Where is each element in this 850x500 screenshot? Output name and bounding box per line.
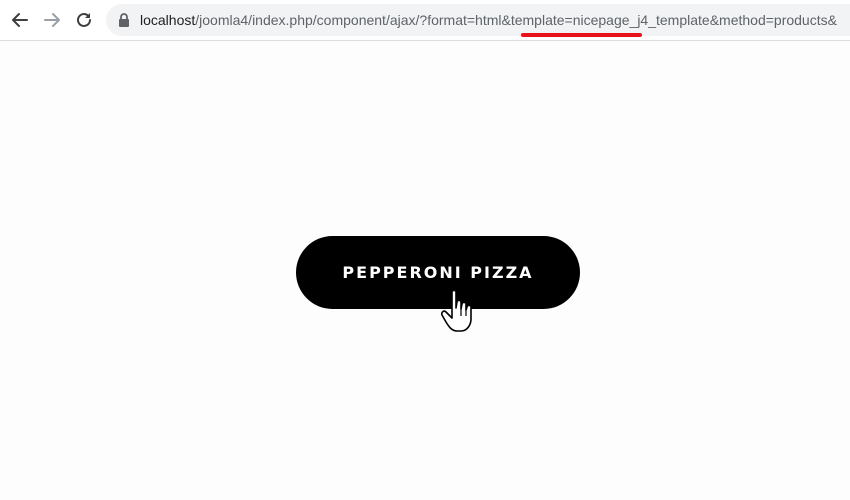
address-bar[interactable]: localhost/joomla4/index.php/component/aj… [106,4,850,36]
url-text: localhost/joomla4/index.php/component/aj… [140,4,837,36]
back-button[interactable] [8,8,32,32]
reload-icon [77,12,91,27]
reload-button[interactable] [72,8,96,32]
url-highlight-underline [521,33,642,37]
hand-pointer-icon [441,289,472,332]
url-path: /joomla4/index.php/component/ajax/?forma… [195,12,837,28]
arrow-right-icon [44,13,60,27]
url-host: localhost [140,12,196,28]
lock-icon [119,13,129,27]
forward-button[interactable] [40,8,64,32]
arrow-left-icon [12,13,28,27]
pepperoni-pizza-button[interactable]: PEPPERONI PIZZA [296,236,580,309]
browser-toolbar: localhost/joomla4/index.php/component/aj… [0,0,850,41]
